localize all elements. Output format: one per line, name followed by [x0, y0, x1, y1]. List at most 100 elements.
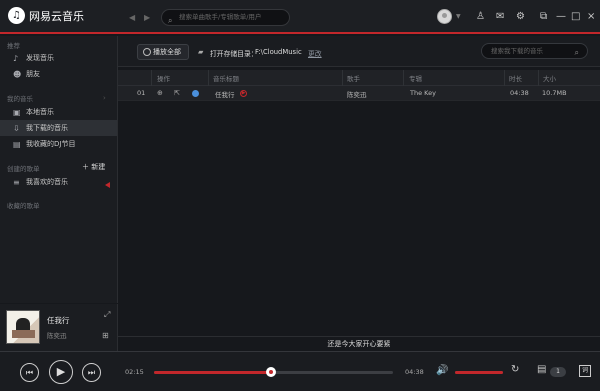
- minimize-icon[interactable]: —: [556, 11, 566, 22]
- previous-button[interactable]: ⏮: [20, 363, 39, 382]
- progress-slider[interactable]: [154, 367, 393, 377]
- folder-icon: ▰: [198, 48, 204, 56]
- column-divider: [504, 70, 505, 86]
- playlist-icon[interactable]: ▤: [537, 364, 546, 375]
- playlist-icon: ≡: [13, 177, 20, 187]
- search-icon: ⌕: [168, 16, 173, 25]
- storage-path-label: 打开存储目录：: [210, 50, 258, 58]
- header-size[interactable]: 大小: [543, 73, 556, 83]
- volume-fill: [455, 371, 503, 374]
- column-divider: [151, 70, 152, 86]
- sidebar-item-local-music[interactable]: ▣ 本地音乐: [0, 104, 117, 120]
- progress-knob[interactable]: [266, 367, 277, 377]
- sidebar-item-label: 我收藏的DJ节目: [26, 140, 76, 148]
- section-created-playlists: 创建的歌单: [7, 165, 40, 173]
- loop-icon[interactable]: ↻: [511, 364, 519, 375]
- local-music-icon: ▣: [13, 107, 21, 117]
- sidebar-item-liked-music[interactable]: ≡ 我喜欢的音乐: [0, 174, 117, 190]
- sidebar-item-label: 朋友: [26, 70, 40, 78]
- search-input[interactable]: ⌕ 搜索单曲歌手/专辑歌单/用户: [161, 9, 290, 26]
- expand-icon[interactable]: ⤢: [104, 310, 110, 320]
- lyric-status: 还是今大家开心要紧: [118, 336, 600, 351]
- back-icon[interactable]: ◀: [129, 13, 135, 22]
- header-title[interactable]: 音乐标题: [213, 73, 239, 83]
- new-playlist-label: 新建: [91, 163, 106, 171]
- desktop-lyrics-icon[interactable]: 词: [579, 365, 591, 377]
- album-cover[interactable]: [6, 310, 40, 344]
- downloaded-music-search-input[interactable]: 搜索我下载的音乐 ⌕: [481, 43, 588, 59]
- sidebar-item-label: 本地音乐: [26, 108, 54, 116]
- search-icon: ⌕: [574, 48, 579, 57]
- header-album[interactable]: 专辑: [409, 73, 422, 83]
- header-duration[interactable]: 时长: [509, 73, 522, 83]
- sidebar-item-friends[interactable]: ☻ 朋友: [0, 66, 117, 82]
- music-note-icon: ♪: [13, 53, 19, 63]
- column-divider: [538, 70, 539, 86]
- sidebar-item-downloaded-music[interactable]: ⇩ 我下载的音乐: [0, 120, 117, 136]
- table-row[interactable]: 01 ⊕ ⇱ 任我行 ▶ 陈奕迅 The Key 04:38 10.7MB: [118, 86, 600, 101]
- message-icon[interactable]: ✉: [496, 11, 504, 22]
- header-action[interactable]: 操作: [157, 73, 170, 83]
- song-title[interactable]: 任我行: [215, 89, 235, 99]
- sidebar-item-discover[interactable]: ♪ 发现音乐: [0, 50, 117, 66]
- song-album[interactable]: The Key: [410, 89, 436, 97]
- song-duration: 04:38: [510, 89, 529, 97]
- play-circle-icon: [143, 48, 151, 56]
- header-artist[interactable]: 歌手: [347, 73, 360, 83]
- app-logo[interactable]: ♫ 网易云音乐: [8, 7, 84, 24]
- sidebar-item-label: 我喜欢的音乐: [26, 178, 68, 186]
- play-all-button[interactable]: 播放全部: [137, 44, 189, 60]
- share-icon[interactable]: ⇱: [174, 89, 180, 97]
- friends-icon: ☻: [13, 69, 22, 79]
- change-path-link[interactable]: 更改: [308, 48, 322, 58]
- column-divider: [342, 70, 343, 86]
- sidebar: 推荐 ♪ 发现音乐 ☻ 朋友 我的音乐 › ▣ 本地音乐 ⇩ 我下载的音乐 ▤ 我收藏的D…: [0, 36, 118, 303]
- my-music-chevron-icon[interactable]: ›: [103, 94, 106, 102]
- user-menu-caret-icon[interactable]: ▼: [456, 13, 461, 20]
- mini-player[interactable]: 任我行 陈奕迅 ⤢ ⊞: [0, 304, 118, 351]
- new-playlist-button[interactable]: ＋ 新建: [82, 162, 105, 172]
- app-title: 网易云音乐: [29, 9, 84, 23]
- song-size: 10.7MB: [542, 89, 567, 97]
- total-time: 04:38: [405, 368, 424, 376]
- downloaded-music-page: 播放全部 ▰ 打开存储目录： F:\CloudMusic 更改 搜索我下载的音乐…: [118, 36, 600, 351]
- column-divider: [208, 70, 209, 86]
- play-all-label: 播放全部: [153, 48, 181, 56]
- play-button[interactable]: ▶: [49, 360, 73, 384]
- table-header: 操作 音乐标题 歌手 专辑 时长 大小: [118, 70, 600, 86]
- settings-icon[interactable]: ⚙: [516, 11, 525, 22]
- section-my-music: 我的音乐: [7, 95, 33, 103]
- current-track-artist[interactable]: 陈奕迅: [47, 330, 67, 340]
- volume-slider[interactable]: [455, 371, 503, 374]
- volume-icon[interactable]: 🔊: [436, 365, 448, 376]
- storage-path-value: F:\CloudMusic: [255, 48, 302, 56]
- title-bar: ♫ 网易云音乐 ◀ ▶ ⌕ 搜索单曲歌手/专辑歌单/用户 ▼ ♙ ✉ ⚙ ⧉ —…: [0, 0, 600, 34]
- playlist-count-badge[interactable]: 1: [550, 367, 566, 377]
- downloaded-music-table: 操作 音乐标题 歌手 专辑 时长 大小 01 ⊕ ⇱ 任我行 ▶ 陈奕迅 The…: [118, 70, 600, 101]
- song-artist[interactable]: 陈奕迅: [347, 89, 367, 99]
- progress-fill: [154, 371, 272, 374]
- now-playing-indicator-icon: [105, 182, 110, 188]
- current-track-title[interactable]: 任我行: [47, 315, 70, 326]
- maximize-icon[interactable]: □: [571, 11, 580, 22]
- player-bar: ⏮ ▶ ⏭ 02:15 04:38 🔊 ↻ ▤ 1 词: [0, 351, 600, 391]
- section-recommend: 推荐: [7, 42, 20, 50]
- forward-icon[interactable]: ▶: [144, 13, 150, 22]
- add-icon[interactable]: ⊕: [157, 89, 163, 97]
- mv-icon[interactable]: ▶: [240, 90, 247, 97]
- radio-icon: ▤: [13, 139, 21, 149]
- sidebar-item-dj-programs[interactable]: ▤ 我收藏的DJ节目: [0, 136, 117, 152]
- sidebar-item-label: 发现音乐: [26, 54, 54, 62]
- avatar[interactable]: [437, 9, 452, 24]
- add-to-playlist-icon[interactable]: ⊞: [102, 331, 109, 340]
- skin-icon[interactable]: ♙: [476, 11, 485, 22]
- close-icon[interactable]: ×: [587, 11, 595, 22]
- download-toolbar: 播放全部 ▰ 打开存储目录： F:\CloudMusic 更改 搜索我下载的音乐…: [118, 36, 600, 67]
- elapsed-time: 02:15: [125, 368, 144, 376]
- mini-mode-icon[interactable]: ⧉: [540, 11, 547, 22]
- netease-cloud-music-logo-icon: ♫: [8, 7, 25, 24]
- next-button[interactable]: ⏭: [82, 363, 101, 382]
- sidebar-item-label: 我下载的音乐: [26, 124, 68, 132]
- section-favorited-playlists: 收藏的歌单: [7, 202, 40, 210]
- search-placeholder: 搜索单曲歌手/专辑歌单/用户: [179, 13, 262, 21]
